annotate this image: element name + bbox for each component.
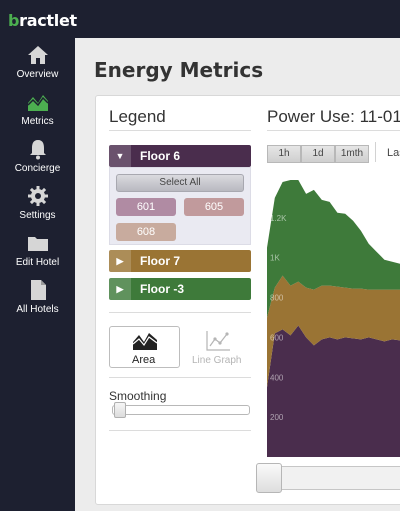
gear-icon bbox=[27, 186, 48, 206]
nav-label: Settings bbox=[19, 210, 56, 221]
y-tick-label: 400 bbox=[270, 373, 284, 382]
area-mode-button[interactable]: Area bbox=[109, 326, 180, 368]
line-graph-icon bbox=[206, 331, 230, 351]
logo-text: ractlet bbox=[19, 11, 77, 30]
expand-toggle-icon[interactable]: ▶ bbox=[109, 278, 131, 300]
room-601-button[interactable]: 601 bbox=[116, 198, 176, 216]
floor-name: Floor -3 bbox=[140, 282, 184, 296]
floor-6-header[interactable]: ▼ Floor 6 bbox=[109, 145, 251, 167]
sidebar: Overview Metrics Concierge Settings Edit… bbox=[0, 38, 75, 511]
nav-label: All Hotels bbox=[16, 304, 59, 315]
room-608-button[interactable]: 608 bbox=[116, 223, 176, 241]
nav-all-hotels[interactable]: All Hotels bbox=[0, 279, 75, 326]
range-1d-button[interactable]: 1d bbox=[301, 145, 335, 163]
nav-label: Overview bbox=[16, 69, 59, 80]
area-mode-label: Area bbox=[132, 354, 156, 366]
legend-divider bbox=[109, 130, 251, 131]
last-range-label: Las bbox=[387, 147, 400, 159]
home-icon bbox=[27, 46, 48, 64]
nav-label: Concierge bbox=[14, 163, 61, 174]
nav-metrics[interactable]: Metrics bbox=[0, 91, 75, 138]
floor-minus3-header[interactable]: ▶ Floor -3 bbox=[109, 278, 251, 300]
logo-prefix: b bbox=[8, 11, 20, 30]
document-icon bbox=[30, 280, 46, 300]
range-1h-button[interactable]: 1h bbox=[267, 145, 301, 163]
metrics-icon bbox=[26, 95, 49, 111]
line-graph-label: Line Graph bbox=[192, 355, 242, 366]
floor-name: Floor 6 bbox=[140, 149, 181, 163]
area-series-1[interactable] bbox=[267, 325, 400, 458]
y-tick-label: 600 bbox=[270, 333, 284, 342]
range-1mth-button[interactable]: 1mth bbox=[335, 145, 369, 163]
floor-7-header[interactable]: ▶ Floor 7 bbox=[109, 250, 251, 272]
nav-concierge[interactable]: Concierge bbox=[0, 138, 75, 185]
y-tick-label: 800 bbox=[270, 294, 284, 303]
y-tick-label: 200 bbox=[270, 413, 284, 422]
smoothing-slider-handle[interactable] bbox=[114, 402, 126, 418]
area-chart-icon bbox=[132, 333, 158, 350]
line-graph-mode-button[interactable]: Line Graph bbox=[188, 326, 248, 368]
legend-title: Legend bbox=[109, 107, 166, 126]
legend-divider bbox=[109, 377, 251, 378]
chart-divider bbox=[267, 130, 400, 131]
nav-label: Metrics bbox=[21, 116, 54, 127]
nav-overview[interactable]: Overview bbox=[0, 44, 75, 91]
nav-edit-hotel[interactable]: Edit Hotel bbox=[0, 232, 75, 279]
expand-toggle-icon[interactable]: ▶ bbox=[109, 250, 131, 272]
folder-icon bbox=[27, 237, 48, 251]
legend-divider bbox=[109, 312, 251, 313]
power-use-chart[interactable]: 1.4K 1.2K 1K 800 600 400 200 bbox=[267, 168, 400, 457]
bractlet-logo[interactable]: bractlet bbox=[8, 11, 77, 30]
collapse-toggle-icon[interactable]: ▼ bbox=[109, 145, 131, 167]
bell-icon bbox=[29, 140, 46, 160]
time-range-slider-handle[interactable] bbox=[256, 463, 282, 493]
select-all-button[interactable]: Select All bbox=[116, 174, 244, 192]
legend-divider bbox=[109, 430, 251, 431]
page-title: Energy Metrics bbox=[94, 58, 264, 82]
room-605-button[interactable]: 605 bbox=[184, 198, 244, 216]
chart-title: Power Use: 11-01-2 bbox=[267, 107, 400, 126]
y-tick-label: 1K bbox=[270, 254, 280, 263]
smoothing-slider[interactable] bbox=[112, 405, 250, 415]
nav-settings[interactable]: Settings bbox=[0, 185, 75, 232]
y-tick-label: 1.2K bbox=[270, 214, 287, 223]
y-tick-label: 1.4K bbox=[270, 174, 287, 183]
nav-label: Edit Hotel bbox=[15, 257, 60, 268]
chart-header-separator bbox=[375, 142, 376, 162]
floor-name: Floor 7 bbox=[140, 254, 181, 268]
top-bar: bractlet bbox=[0, 0, 400, 38]
smoothing-label: Smoothing bbox=[109, 389, 167, 403]
